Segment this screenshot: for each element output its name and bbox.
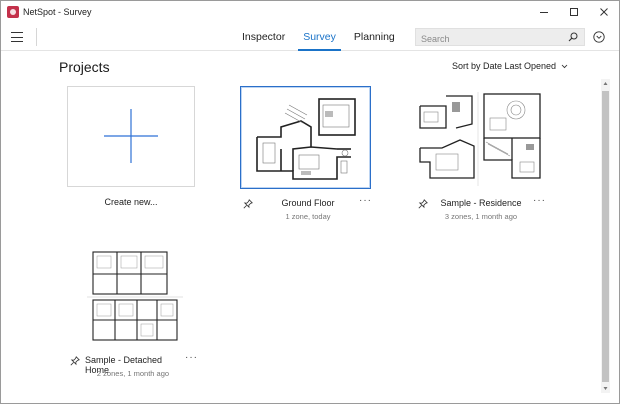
project-name-sample-residence[interactable]: Sample - Residence [436,198,526,208]
close-button[interactable] [589,1,619,23]
vertical-scrollbar[interactable] [601,79,610,393]
pin-icon[interactable] [70,356,80,366]
more-options-icon[interactable]: ··· [359,195,372,206]
search-icon[interactable] [568,32,578,42]
project-name-ground-floor[interactable]: Ground Floor [263,198,353,208]
search-box [415,28,585,47]
chevron-down-icon [561,64,568,68]
tab-planning[interactable]: Planning [345,23,404,51]
create-new-label[interactable]: Create new... [67,197,195,207]
minimize-button[interactable] [529,1,559,23]
project-meta-sample-detached-home: 2 zones, 1 month ago [96,369,170,378]
search-input[interactable] [416,31,566,47]
floor-plan-image [256,98,356,180]
tab-survey[interactable]: Survey [294,23,345,51]
scroll-thumb[interactable] [602,91,609,382]
create-new-card[interactable] [67,86,195,187]
pin-icon[interactable] [418,199,428,209]
netspot-app-icon [7,6,19,18]
floor-plan-image [416,88,544,189]
project-meta-sample-residence: 3 zones, 1 month ago [444,212,518,221]
close-icon [600,8,608,16]
hamburger-icon[interactable] [11,31,23,43]
projects-view: Projects Sort by Date Last Opened Create… [1,52,601,393]
more-options-icon[interactable]: ··· [185,352,198,363]
scroll-up-icon[interactable] [603,81,608,86]
project-thumbnail-sample-residence[interactable] [416,88,544,189]
pin-icon[interactable] [243,199,253,209]
floor-plan-image [67,246,195,346]
maximize-button[interactable] [559,1,589,23]
window-controls [529,1,619,23]
maximize-icon [570,8,578,16]
tab-inspector[interactable]: Inspector [233,23,294,51]
project-thumbnail-ground-floor[interactable] [240,86,371,189]
chevron-circle-icon[interactable] [593,31,605,43]
sort-label: Sort by Date Last Opened [452,61,557,71]
more-options-icon[interactable]: ··· [533,195,546,206]
sort-dropdown[interactable]: Sort by Date Last Opened [452,61,568,71]
app-window: NetSpot - Survey Inspector Survey Planni… [0,0,620,404]
project-thumbnail-sample-detached-home[interactable] [67,246,195,346]
mode-tabs: Inspector Survey Planning [233,23,404,51]
project-meta-ground-floor: 1 zone, today [285,212,331,221]
page-title: Projects [59,59,110,75]
scroll-down-icon[interactable] [603,386,608,391]
window-title: NetSpot - Survey [23,7,92,17]
plus-icon [104,109,158,163]
title-bar: NetSpot - Survey [1,1,619,23]
toolbar: Inspector Survey Planning [1,23,619,51]
minimize-icon [540,12,548,13]
toolbar-divider [36,28,37,46]
